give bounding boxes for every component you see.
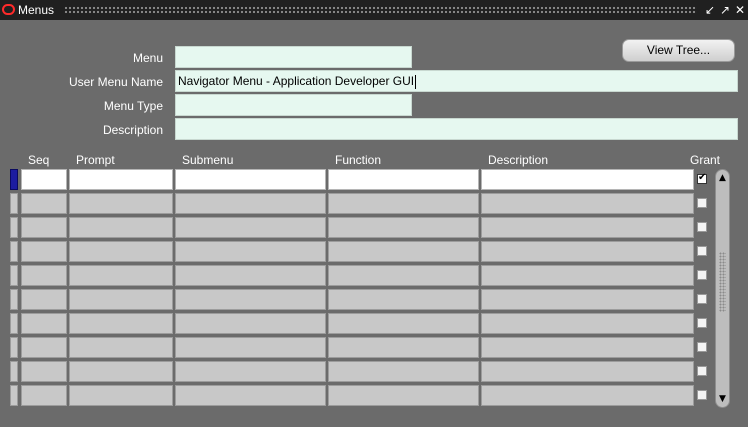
prompt-cell[interactable] xyxy=(69,217,173,238)
prompt-cell[interactable] xyxy=(69,169,173,190)
description-cell[interactable] xyxy=(481,169,694,190)
submenu-cell[interactable] xyxy=(175,193,326,214)
function-cell[interactable] xyxy=(328,289,479,310)
record-indicator[interactable] xyxy=(10,385,18,406)
minimize-icon[interactable]: ↙ xyxy=(703,2,717,18)
description-cell[interactable] xyxy=(481,193,694,214)
grant-checkbox[interactable] xyxy=(697,198,707,208)
grant-checkbox[interactable] xyxy=(697,222,707,232)
prompt-cell[interactable] xyxy=(69,265,173,286)
record-indicator[interactable] xyxy=(10,193,18,214)
seq-cell[interactable] xyxy=(21,385,67,406)
function-cell[interactable] xyxy=(328,217,479,238)
view-tree-button[interactable]: View Tree... xyxy=(622,39,735,62)
close-icon[interactable]: ✕ xyxy=(733,2,747,18)
submenu-cell[interactable] xyxy=(175,337,326,358)
grant-checkbox[interactable] xyxy=(697,294,707,304)
submenu-cell[interactable] xyxy=(175,289,326,310)
column-header-submenu: Submenu xyxy=(182,153,234,167)
description-cell[interactable] xyxy=(481,289,694,310)
function-cell[interactable] xyxy=(328,169,479,190)
submenu-cell[interactable] xyxy=(175,265,326,286)
grant-checkbox[interactable] xyxy=(697,366,707,376)
column-header-grant: Grant xyxy=(690,153,721,167)
description-cell[interactable] xyxy=(481,313,694,334)
menu-label: Menu xyxy=(132,51,163,65)
column-header-seq: Seq xyxy=(28,153,50,167)
function-cell[interactable] xyxy=(328,241,479,262)
window-title: Menus xyxy=(18,3,55,17)
grant-checkbox[interactable] xyxy=(697,390,707,400)
scroll-down-icon[interactable]: ▼ xyxy=(716,392,729,406)
function-cell[interactable] xyxy=(328,361,479,382)
record-indicator[interactable] xyxy=(10,337,18,358)
text-cursor xyxy=(415,74,417,89)
record-indicator[interactable] xyxy=(10,265,18,286)
seq-cell[interactable] xyxy=(21,289,67,310)
record-indicator[interactable] xyxy=(10,169,18,190)
description-cell[interactable] xyxy=(481,385,694,406)
oracle-logo-icon xyxy=(2,4,15,15)
grant-checkbox[interactable] xyxy=(697,246,707,256)
menu-field[interactable] xyxy=(175,46,412,68)
record-indicator[interactable] xyxy=(10,217,18,238)
seq-cell[interactable] xyxy=(21,337,67,358)
checkmark-icon: ✔ xyxy=(698,172,707,183)
column-header-function: Function xyxy=(335,153,382,167)
seq-cell[interactable] xyxy=(21,217,67,238)
seq-cell[interactable] xyxy=(21,169,67,190)
submenu-cell[interactable] xyxy=(175,361,326,382)
prompt-cell[interactable] xyxy=(69,361,173,382)
column-header-description: Description xyxy=(488,153,549,167)
menu-type-field[interactable] xyxy=(175,94,412,116)
record-indicator[interactable] xyxy=(10,313,18,334)
grant-checkbox[interactable] xyxy=(697,342,707,352)
user-menu-name-field[interactable]: Navigator Menu - Application Developer G… xyxy=(175,70,738,92)
submenu-cell[interactable] xyxy=(175,217,326,238)
function-cell[interactable] xyxy=(328,265,479,286)
prompt-cell[interactable] xyxy=(69,241,173,262)
seq-cell[interactable] xyxy=(21,313,67,334)
prompt-cell[interactable] xyxy=(69,337,173,358)
record-indicator[interactable] xyxy=(10,289,18,310)
submenu-cell[interactable] xyxy=(175,169,326,190)
prompt-cell[interactable] xyxy=(69,193,173,214)
vertical-scrollbar[interactable]: ▲ ▼ xyxy=(715,169,730,408)
maximize-icon[interactable]: ↗ xyxy=(718,2,732,18)
submenu-cell[interactable] xyxy=(175,241,326,262)
scroll-thumb[interactable] xyxy=(719,252,726,312)
seq-cell[interactable] xyxy=(21,193,67,214)
prompt-cell[interactable] xyxy=(69,385,173,406)
function-cell[interactable] xyxy=(328,193,479,214)
prompt-cell[interactable] xyxy=(69,313,173,334)
title-bar: Menus ↙ ↗ ✕ xyxy=(0,0,748,20)
record-indicator[interactable] xyxy=(10,361,18,382)
prompt-cell[interactable] xyxy=(69,289,173,310)
submenu-cell[interactable] xyxy=(175,313,326,334)
grant-checkbox[interactable]: ✔ xyxy=(697,172,707,184)
description-cell[interactable] xyxy=(481,361,694,382)
user-menu-name-value: Navigator Menu - Application Developer G… xyxy=(178,74,415,88)
function-cell[interactable] xyxy=(328,313,479,334)
title-bar-pattern xyxy=(64,6,697,14)
seq-cell[interactable] xyxy=(21,241,67,262)
user-menu-name-label: User Menu Name xyxy=(68,75,163,89)
seq-cell[interactable] xyxy=(21,361,67,382)
column-header-prompt: Prompt xyxy=(76,153,115,167)
function-cell[interactable] xyxy=(328,385,479,406)
description-field[interactable] xyxy=(175,118,738,140)
menu-type-label: Menu Type xyxy=(103,99,163,113)
description-cell[interactable] xyxy=(481,217,694,238)
function-cell[interactable] xyxy=(328,337,479,358)
description-label: Description xyxy=(102,123,163,137)
grant-checkbox[interactable] xyxy=(697,270,707,280)
grant-checkbox[interactable] xyxy=(697,318,707,328)
description-cell[interactable] xyxy=(481,265,694,286)
description-cell[interactable] xyxy=(481,337,694,358)
submenu-cell[interactable] xyxy=(175,385,326,406)
record-indicator[interactable] xyxy=(10,241,18,262)
scroll-up-icon[interactable]: ▲ xyxy=(716,171,729,185)
description-cell[interactable] xyxy=(481,241,694,262)
seq-cell[interactable] xyxy=(21,265,67,286)
